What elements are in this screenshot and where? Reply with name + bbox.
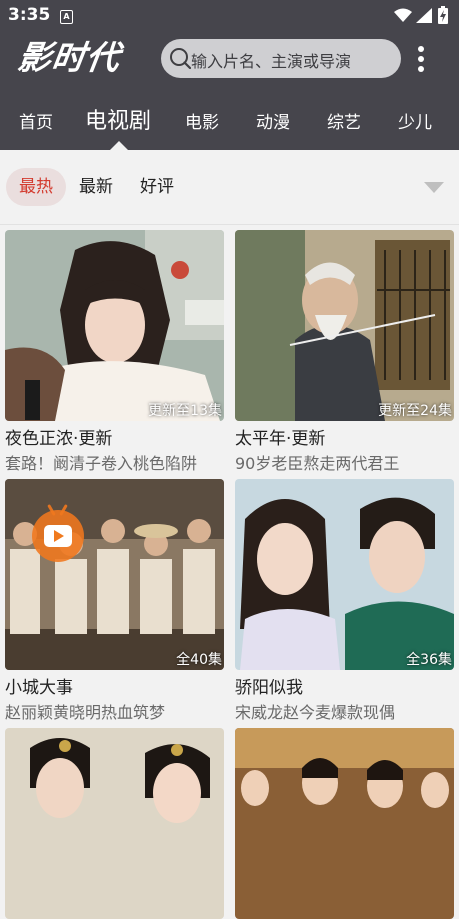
poster-thumbnail[interactable]: 更新至24集: [235, 230, 454, 421]
divider: [0, 224, 459, 225]
poster-thumbnail[interactable]: 全36集: [235, 479, 454, 670]
video-title[interactable]: 骄阳似我: [235, 673, 454, 698]
video-card[interactable]: 全36集 骄阳似我 宋威龙赵今麦爆款现偶: [235, 479, 454, 723]
filter-top-rated[interactable]: 好评: [140, 168, 174, 206]
search-box[interactable]: 输入片名、主演或导演: [161, 39, 401, 78]
video-card[interactable]: 更新至13集 夜色正浓·更新 套路！阚清子卷入桃色陷阱: [5, 230, 224, 474]
video-card[interactable]: [5, 728, 224, 919]
wifi-icon: [394, 8, 412, 22]
video-title[interactable]: 太平年·更新: [235, 424, 454, 449]
poster-thumbnail[interactable]: 更新至13集: [5, 230, 224, 421]
filter-bar: [0, 150, 459, 224]
poster-thumbnail[interactable]: [5, 728, 224, 919]
play-icon: [54, 530, 64, 542]
video-card[interactable]: [235, 728, 454, 919]
filter-expand-icon[interactable]: [424, 182, 444, 193]
tab-movies[interactable]: 电影: [185, 108, 219, 133]
tab-variety[interactable]: 综艺: [327, 108, 361, 133]
battery-icon: [438, 6, 448, 24]
episode-badge: 更新至24集: [378, 403, 452, 419]
episode-badge: 全36集: [406, 652, 452, 668]
search-placeholder[interactable]: 输入片名、主演或导演: [191, 48, 351, 72]
active-tab-indicator: [110, 141, 128, 150]
video-card[interactable]: 全40集 小城大事 赵丽颖黄晓明热血筑梦: [5, 479, 224, 723]
video-title[interactable]: 夜色正浓·更新: [5, 424, 224, 449]
video-subtitle: 套路！阚清子卷入桃色陷阱: [5, 454, 198, 473]
poster-thumbnail[interactable]: [235, 728, 454, 919]
video-card[interactable]: 更新至24集 太平年·更新 90岁老臣熬走两代君王: [235, 230, 454, 474]
notification-icon: A: [60, 10, 73, 24]
category-tabs: 首页 电视剧 电影 动漫 综艺 少儿: [0, 94, 459, 150]
video-subtitle: 宋威龙赵今麦爆款现偶: [235, 703, 396, 722]
filter-latest[interactable]: 最新: [79, 168, 113, 206]
floating-play-button[interactable]: [32, 504, 84, 562]
episode-badge: 更新至13集: [148, 403, 222, 419]
video-subtitle: 赵丽颖黄晓明热血筑梦: [5, 703, 166, 722]
video-title[interactable]: 小城大事: [5, 673, 224, 698]
tab-tv-series[interactable]: 电视剧: [85, 103, 151, 135]
search-icon: [170, 48, 191, 69]
more-menu-icon[interactable]: [414, 44, 428, 74]
app-logo[interactable]: 影时代: [15, 38, 155, 78]
tab-anime[interactable]: 动漫: [256, 108, 290, 133]
status-time: 3:35: [8, 5, 51, 25]
tab-home[interactable]: 首页: [19, 108, 53, 133]
tv-icon: [44, 525, 72, 547]
filter-hottest[interactable]: 最热: [6, 168, 66, 206]
tab-kids[interactable]: 少儿: [398, 108, 432, 133]
video-subtitle: 90岁老臣熬走两代君王: [235, 454, 400, 473]
episode-badge: 全40集: [176, 652, 222, 668]
status-bar: 3:35 A: [0, 0, 459, 32]
cellular-signal-icon: [416, 8, 432, 23]
poster-thumbnail[interactable]: 全40集: [5, 479, 224, 670]
